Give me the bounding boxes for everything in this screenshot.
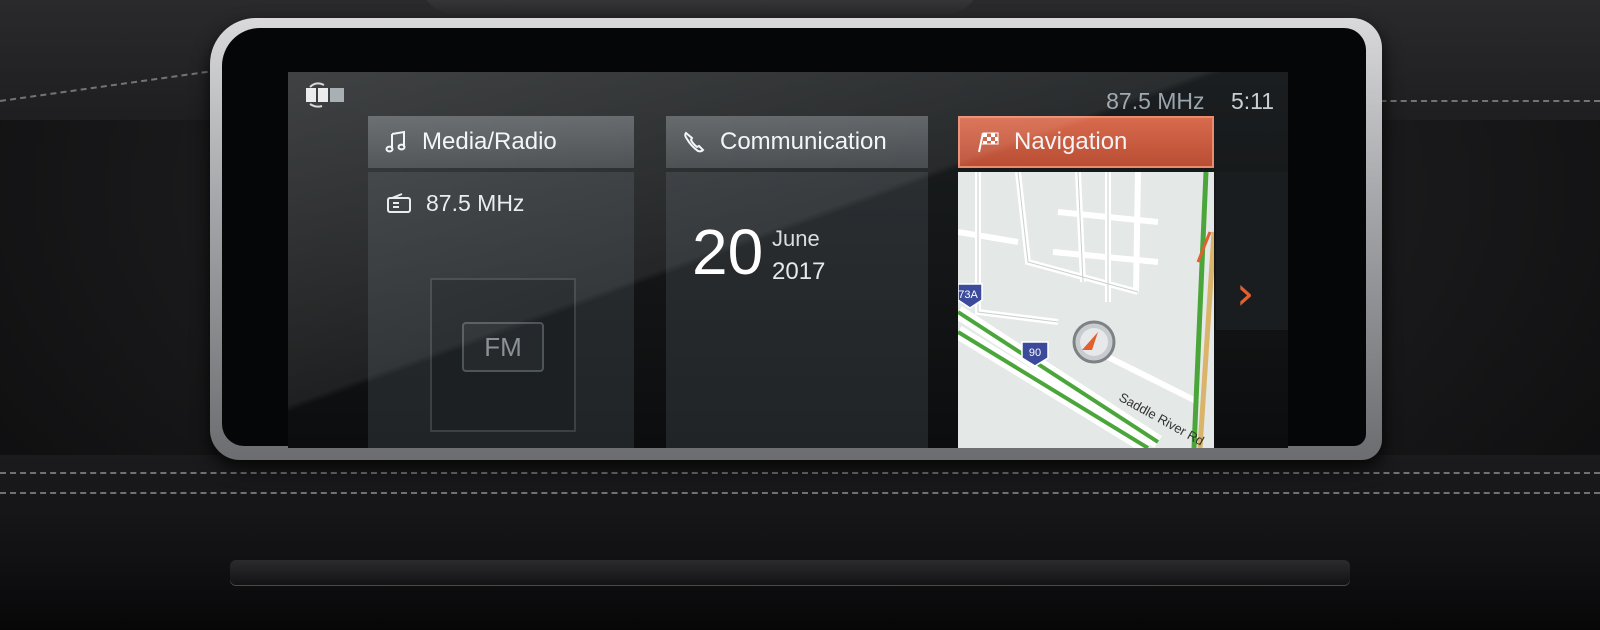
- tab-navigation[interactable]: Navigation: [958, 116, 1214, 168]
- vehicle-position-icon: [1072, 320, 1116, 364]
- station-artwork: FM: [430, 278, 576, 432]
- next-page-panel[interactable]: ›: [1216, 172, 1288, 330]
- radio-station: 87.5 MHz: [386, 190, 524, 217]
- navigation-map[interactable]: 73A 90 Saddle River Rd: [958, 172, 1214, 448]
- checkered-flag-icon: [978, 132, 999, 153]
- communication-panel[interactable]: 20 June 2017: [666, 172, 928, 448]
- infotainment-screen: 87.5 MHz 5:11 Media/Radio 87.5 MHz FM Co…: [288, 72, 1288, 448]
- date-year: 2017: [772, 258, 826, 285]
- date-month: June: [772, 226, 820, 251]
- fm-band-label: FM: [462, 322, 544, 372]
- split-screen-icon[interactable]: [304, 80, 348, 108]
- dashboard-trim: [230, 560, 1350, 586]
- stitching: [0, 492, 1600, 494]
- dashboard-leather-bottom: [0, 455, 1600, 630]
- tab-media-radio-label: Media/Radio: [422, 128, 557, 155]
- car-dashboard: 87.5 MHz 5:11 Media/Radio 87.5 MHz FM Co…: [0, 0, 1600, 630]
- tab-communication[interactable]: Communication: [666, 116, 928, 168]
- status-bar: 87.5 MHz 5:11: [1106, 88, 1274, 115]
- radio-icon: [387, 192, 411, 213]
- status-frequency: 87.5 MHz: [1106, 88, 1205, 114]
- dashboard-top-cap: [420, 0, 980, 14]
- route-shield-73a-label: 73A: [958, 289, 978, 301]
- tab-navigation-label: Navigation: [1014, 128, 1128, 155]
- stitching: [0, 472, 1600, 474]
- status-time: 5:11: [1230, 88, 1274, 114]
- stitching: [1360, 100, 1600, 102]
- date-day: 20: [692, 216, 764, 288]
- music-note-icon: [385, 130, 406, 153]
- tab-media-radio[interactable]: Media/Radio: [368, 116, 634, 168]
- radio-station-frequency: 87.5 MHz: [426, 190, 525, 216]
- media-radio-panel[interactable]: 87.5 MHz FM: [368, 172, 634, 448]
- phone-icon: [684, 131, 705, 153]
- tab-communication-label: Communication: [720, 128, 887, 155]
- chevron-right-icon[interactable]: ›: [1236, 270, 1254, 316]
- route-shield-90-label: 90: [1029, 347, 1041, 359]
